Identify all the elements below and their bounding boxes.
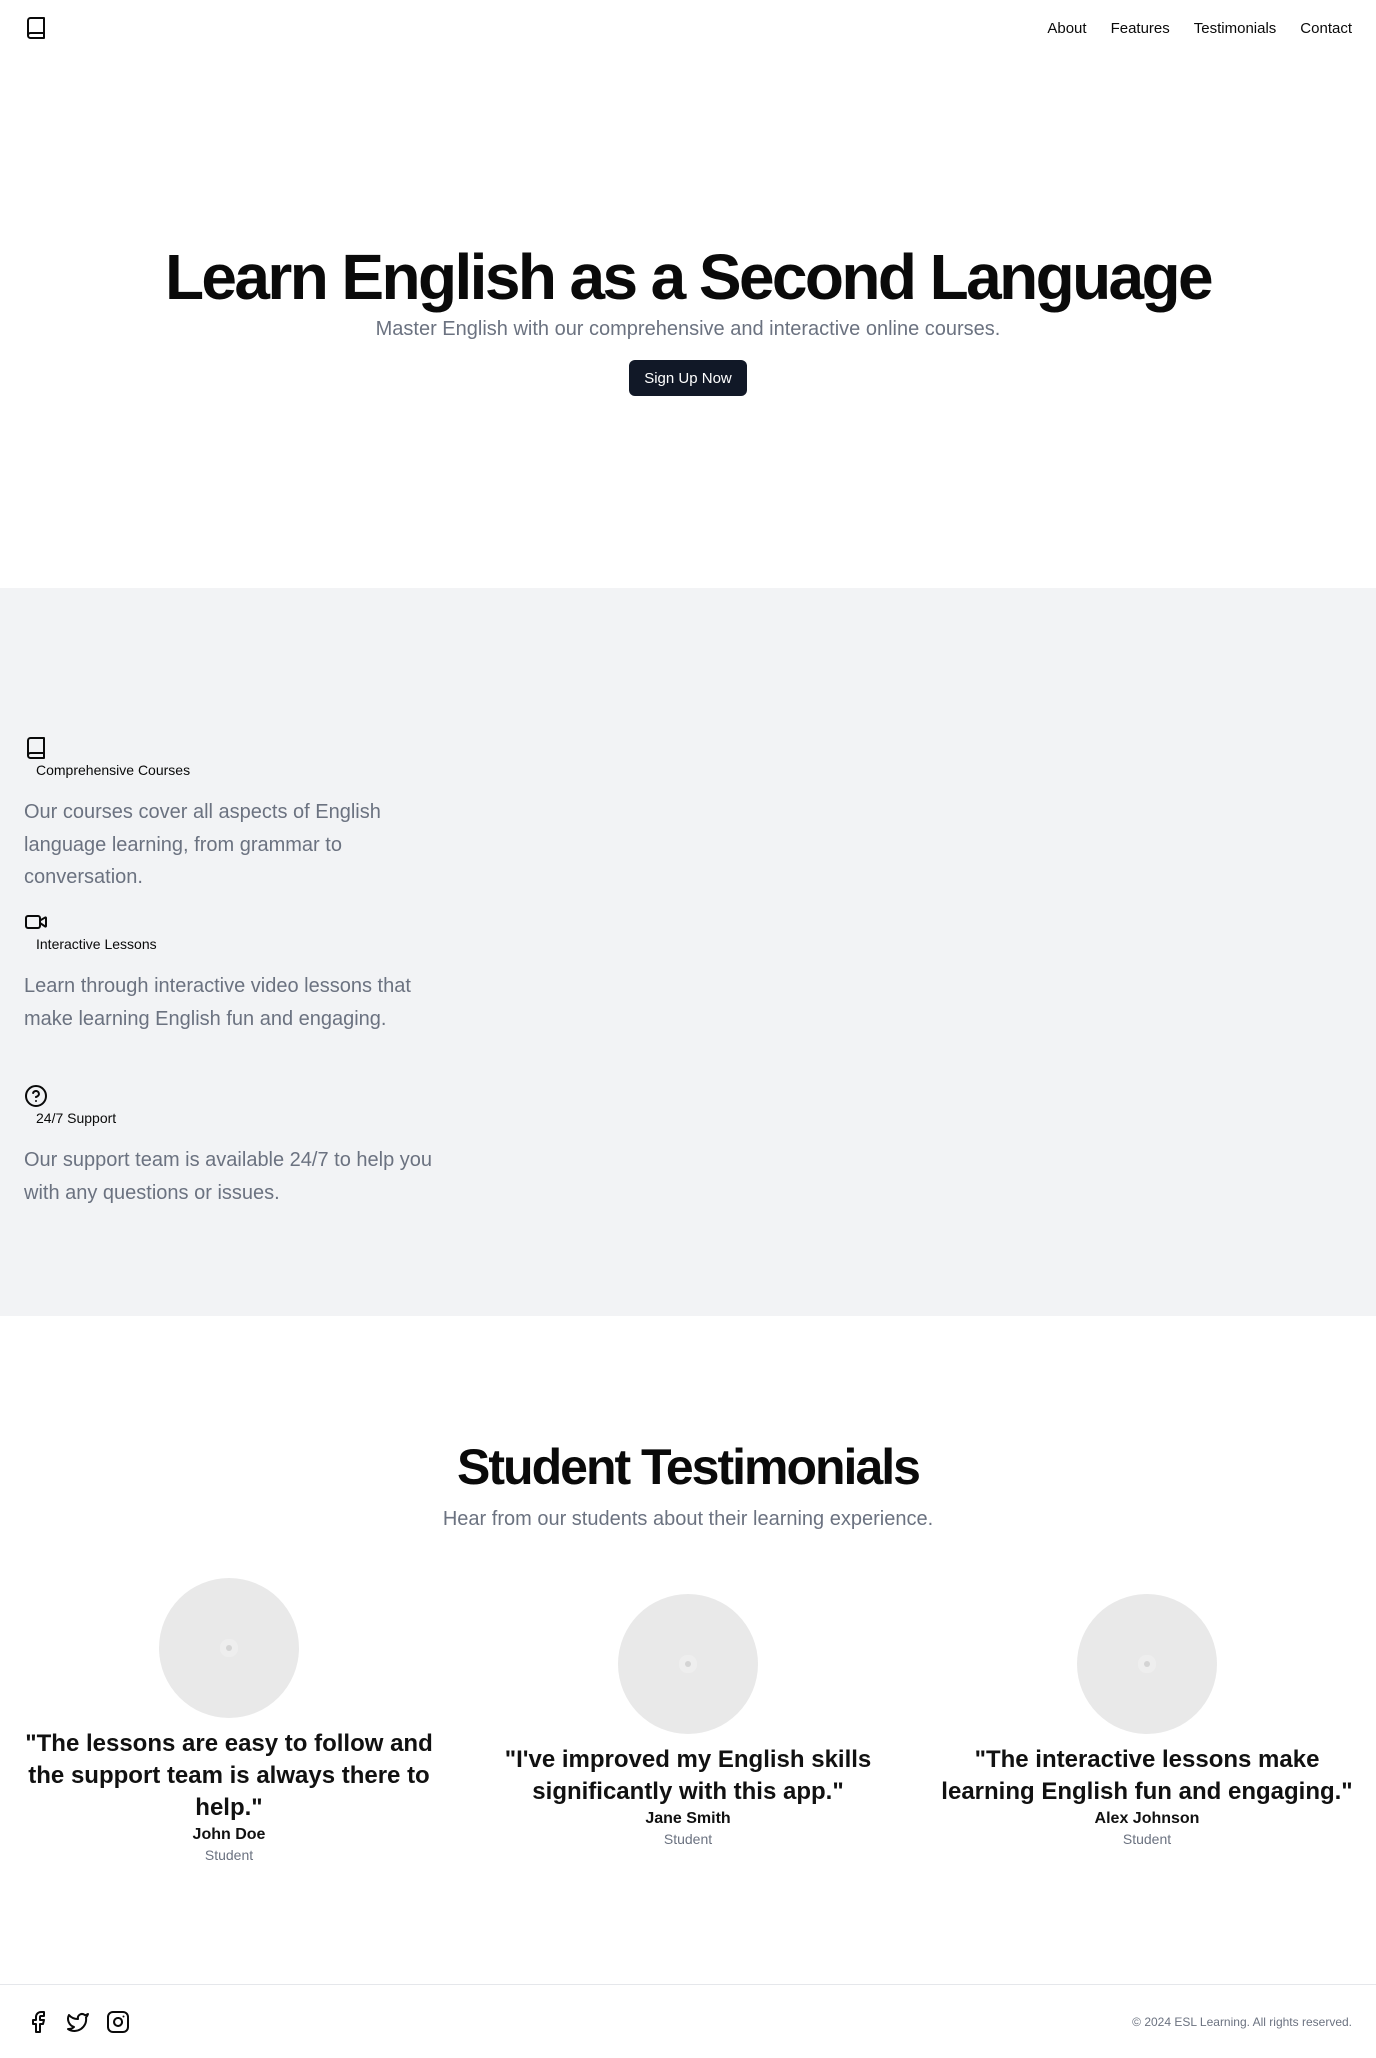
avatar [618, 1594, 758, 1734]
book-icon [24, 736, 444, 760]
site-header: About Features Testimonials Contact [0, 0, 1376, 56]
testimonial-role: Student [1122, 1831, 1172, 1847]
feature-item: Interactive Lessons Learn through intera… [24, 892, 444, 1035]
testimonial-quote: "The interactive lessons make learning E… [941, 1746, 1353, 1805]
avatar [159, 1578, 299, 1718]
feature-title: Interactive Lessons [36, 936, 157, 952]
features-section: Comprehensive Courses Our courses cover … [0, 588, 1376, 1316]
hero-title: Learn English as a Second Language [164, 241, 1214, 313]
instagram-icon[interactable] [106, 2010, 130, 2034]
testimonial-name: Jane Smith [645, 1810, 731, 1827]
avatar [1077, 1594, 1217, 1734]
testimonial-card: "I've improved my English skills signifi… [472, 1594, 904, 1847]
nav-link-features[interactable]: Features [1111, 20, 1170, 37]
feature-description: Our courses cover all aspects of English… [24, 801, 381, 888]
testimonial-name: Alex Johnson [1094, 1810, 1200, 1827]
sign-up-button[interactable]: Sign Up Now [629, 360, 747, 396]
social-links [26, 2010, 130, 2034]
testimonials-heading: Student Testimonials [457, 1439, 921, 1495]
feature-item: 24/7 Support Our support team is availab… [24, 1066, 444, 1209]
testimonial-role: Student [204, 1847, 254, 1863]
testimonials-section: Student Testimonials Hear from our stude… [0, 1316, 1376, 1984]
feature-title: 24/7 Support [36, 1110, 117, 1126]
copyright-text: © 2024 ESL Learning. All rights reserved… [1132, 2014, 1352, 2029]
testimonial-quote: "I've improved my English skills signifi… [504, 1746, 872, 1805]
video-icon [24, 910, 444, 934]
hero-subtitle: Master English with our comprehensive an… [375, 318, 1001, 340]
book-icon[interactable] [24, 16, 48, 40]
site-footer: © 2024 ESL Learning. All rights reserved… [0, 1984, 1376, 2058]
feature-item: Comprehensive Courses Our courses cover … [24, 718, 444, 894]
feature-description: Learn through interactive video lessons … [24, 975, 411, 1030]
nav-link-contact[interactable]: Contact [1300, 20, 1352, 37]
hero-section: Learn English as a Second Language Maste… [0, 56, 1376, 588]
nav-link-about[interactable]: About [1047, 20, 1086, 37]
testimonials-subheading: Hear from our students about their learn… [442, 1508, 934, 1530]
feature-description: Our support team is available 24/7 to he… [24, 1149, 433, 1204]
nav-link-testimonials[interactable]: Testimonials [1194, 20, 1277, 37]
main-nav: About Features Testimonials Contact [1047, 20, 1352, 37]
testimonial-card: "The lessons are easy to follow and the … [13, 1578, 445, 1863]
testimonial-card: "The interactive lessons make learning E… [931, 1594, 1363, 1847]
help-circle-icon [24, 1084, 444, 1108]
facebook-icon[interactable] [26, 2010, 50, 2034]
testimonial-role: Student [663, 1831, 713, 1847]
testimonial-name: John Doe [192, 1826, 266, 1843]
twitter-icon[interactable] [66, 2010, 90, 2034]
testimonial-quote: "The lessons are easy to follow and the … [25, 1730, 433, 1821]
feature-title: Comprehensive Courses [36, 762, 191, 778]
